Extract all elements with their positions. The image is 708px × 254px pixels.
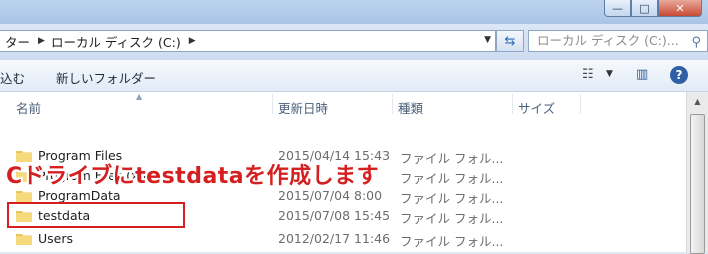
command-bar: 込む 新しいフォルダー ☷ ▼ ▥ ? — [0, 60, 708, 92]
help-icon[interactable]: ? — [670, 66, 688, 84]
file-type: ファイル フォル... — [400, 211, 504, 226]
maximize-button[interactable]: □ — [631, 0, 658, 17]
column-divider[interactable] — [512, 94, 513, 114]
chevron-down-icon[interactable]: ▼ — [606, 69, 613, 79]
column-divider[interactable] — [580, 94, 581, 114]
file-name: ProgramData — [38, 188, 121, 203]
refresh-button[interactable]: ⇆ — [496, 30, 524, 52]
breadcrumb-parent[interactable]: ター — [5, 32, 30, 51]
chevron-right-icon[interactable]: ▶ — [189, 36, 196, 46]
column-date[interactable]: 更新日時 — [278, 98, 328, 117]
address-row: ター ▶ ローカル ディスク (C:) ▶ ▼ ⇆ ローカル ディスク (C:)… — [0, 24, 708, 60]
file-date: 2012/02/17 11:46 — [278, 231, 391, 246]
folder-icon — [16, 191, 32, 202]
refresh-icon: ⇆ — [504, 33, 516, 49]
column-name[interactable]: 名前 — [16, 98, 41, 117]
window-controls: — □ ✕ — [604, 0, 702, 18]
sort-ascending-icon: ▲ — [136, 92, 143, 101]
column-size[interactable]: サイズ — [518, 98, 555, 117]
minimize-button[interactable]: — — [604, 0, 631, 17]
chevron-down-icon[interactable]: ▼ — [484, 35, 491, 45]
title-bar: — □ ✕ — [0, 0, 708, 24]
scrollbar-thumb[interactable] — [690, 114, 705, 254]
file-date: 2015/07/04 8:00 — [278, 188, 383, 203]
column-header-row: ▲ 名前 更新日時 種類 サイズ — [0, 92, 686, 116]
include-in-library-button[interactable]: 込む — [0, 68, 25, 87]
highlight-box — [7, 202, 185, 228]
folder-icon — [16, 234, 32, 245]
file-type: ファイル フォル... — [400, 234, 504, 249]
preview-pane-icon[interactable]: ▥ — [636, 67, 648, 82]
search-icon: ⚲ — [691, 35, 701, 50]
file-name: Users — [38, 231, 74, 246]
annotation-caption: Cドライブにtestdataを作成します — [6, 164, 380, 189]
list-item[interactable]: Users 2012/02/17 11:46 ファイル フォル... — [0, 229, 686, 249]
column-divider[interactable] — [272, 94, 273, 114]
address-bar[interactable]: ター ▶ ローカル ディスク (C:) ▶ ▼ — [0, 30, 496, 52]
view-options-icon[interactable]: ☷ — [582, 67, 594, 82]
file-type: ファイル フォル... — [400, 171, 504, 186]
search-input[interactable]: ローカル ディスク (C:)... ⚲ — [528, 30, 708, 52]
new-folder-button[interactable]: 新しいフォルダー — [56, 68, 156, 87]
close-button[interactable]: ✕ — [658, 0, 702, 17]
file-date: 2015/07/08 15:45 — [278, 208, 391, 223]
column-type[interactable]: 種類 — [398, 98, 423, 117]
column-divider[interactable] — [392, 94, 393, 114]
scroll-up-icon[interactable]: ▲ — [690, 94, 705, 109]
search-placeholder: ローカル ディスク (C:)... — [537, 33, 679, 48]
chevron-right-icon[interactable]: ▶ — [38, 36, 45, 46]
file-type: ファイル フォル... — [400, 151, 504, 166]
file-type: ファイル フォル... — [400, 191, 504, 206]
breadcrumb-current[interactable]: ローカル ディスク (C:) — [51, 32, 181, 51]
vertical-scrollbar[interactable]: ▲ — [686, 92, 708, 254]
